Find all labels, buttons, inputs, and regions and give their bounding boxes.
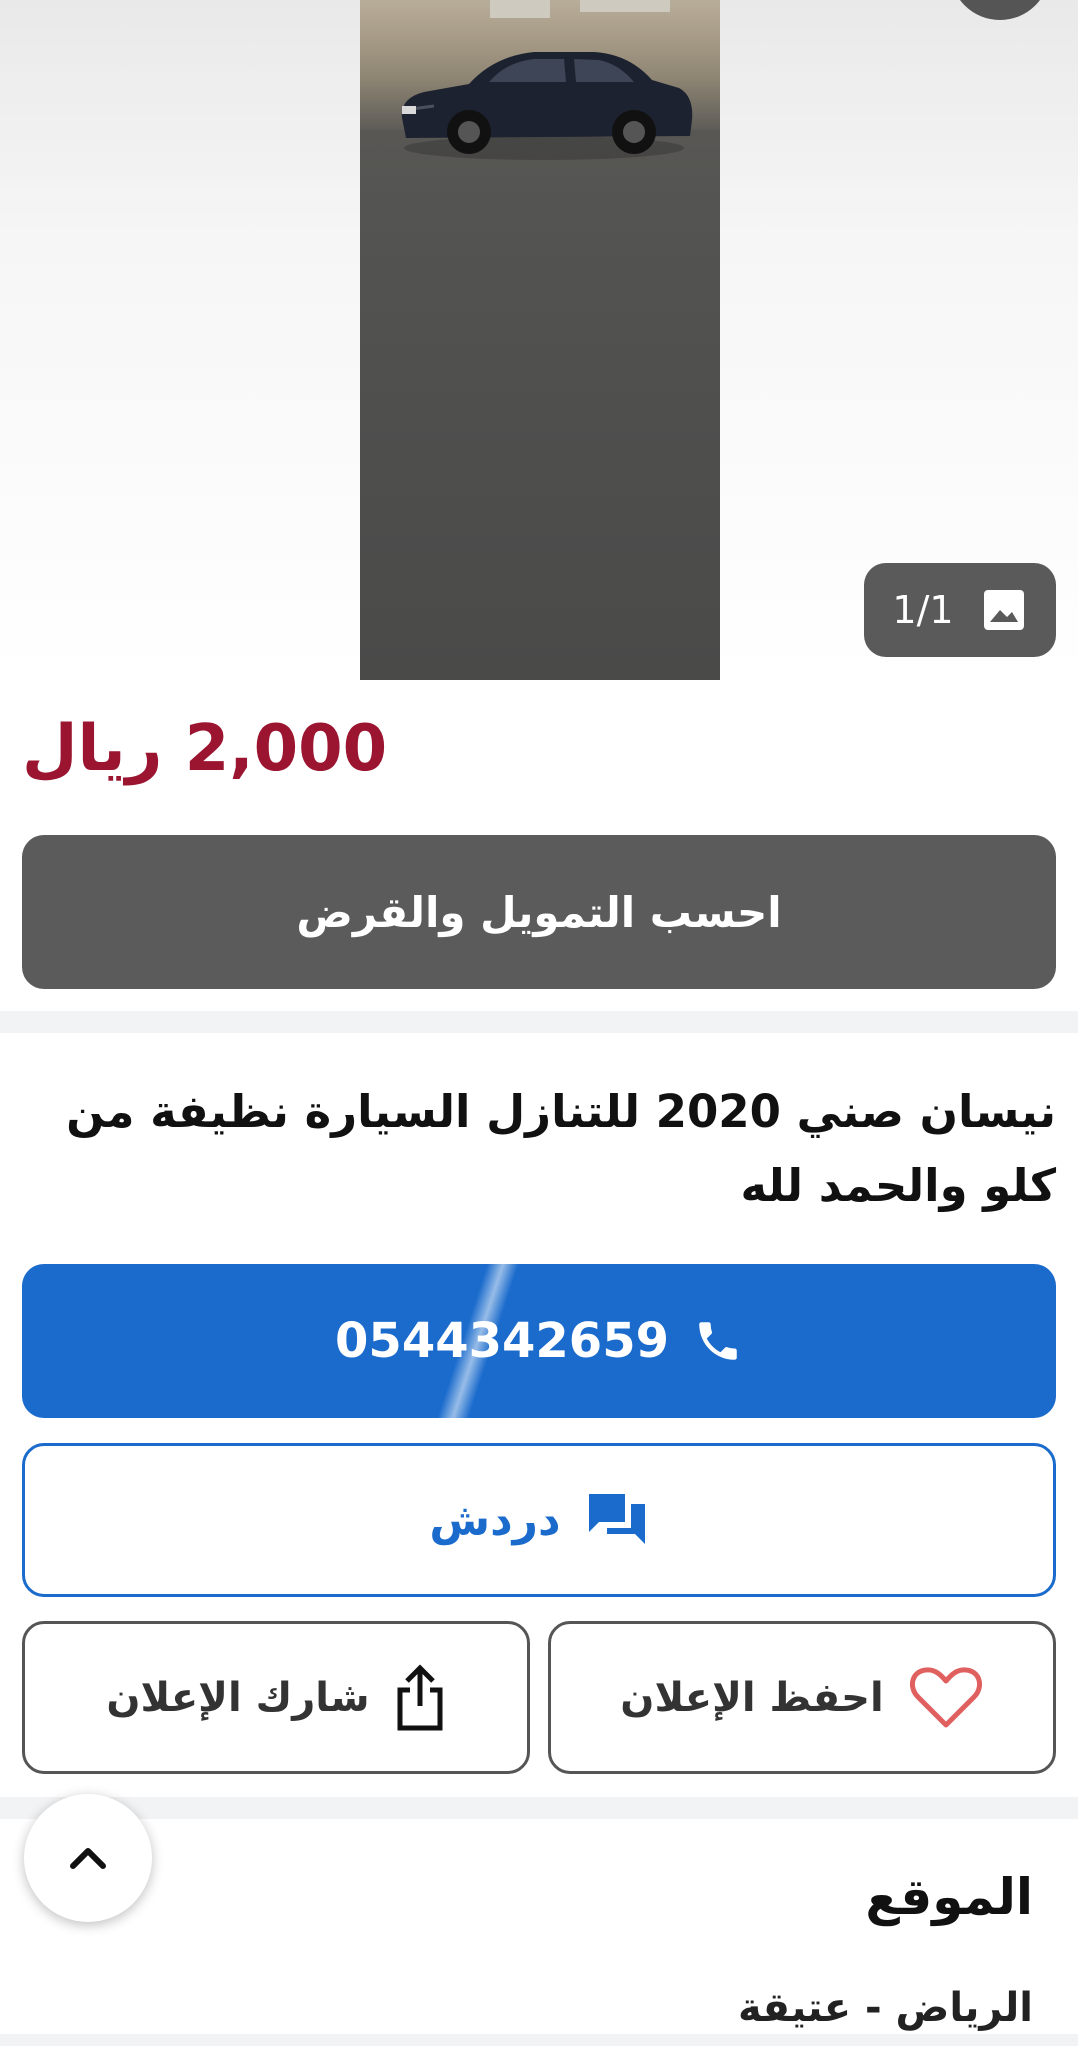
save-ad-button[interactable]: احفظ الإعلان <box>548 1621 1056 1774</box>
image-counter[interactable]: 1/1 <box>864 563 1056 657</box>
phone-icon <box>693 1316 743 1366</box>
image-icon <box>980 586 1028 634</box>
location-value: الرياض - عتيقة <box>738 1985 1033 2031</box>
phone-number: 0544342659 <box>335 1313 669 1369</box>
listing-title: نيسان صني 2020 للتنازل السيارة نظيفة من … <box>66 1085 1056 1212</box>
image-counter-text: 1/1 <box>892 588 954 632</box>
section-divider <box>0 1011 1078 1033</box>
share-ad-button[interactable]: شارك الإعلان <box>22 1621 530 1774</box>
call-button[interactable]: 0544342659 <box>22 1264 1056 1418</box>
calculate-finance-label: احسب التمويل والقرض <box>296 887 782 937</box>
share-ad-label: شارك الإعلان <box>106 1674 370 1721</box>
chevron-up-icon <box>68 1845 108 1871</box>
scroll-to-top-button[interactable] <box>24 1794 152 1922</box>
image-gallery[interactable]: 1/1 <box>0 0 1078 680</box>
location-heading: الموقع <box>865 1868 1033 1926</box>
chat-icon <box>585 1490 649 1550</box>
calculate-finance-button[interactable]: احسب التمويل والقرض <box>22 835 1056 989</box>
heart-icon <box>908 1665 984 1731</box>
close-button[interactable] <box>950 0 1050 20</box>
car-photo[interactable] <box>360 0 720 680</box>
chat-button[interactable]: دردش <box>22 1443 1056 1597</box>
share-icon <box>394 1663 446 1732</box>
chat-label: دردش <box>429 1494 561 1546</box>
listing-page: 1/1 2,000 ريال احسب التمويل والقرض نيسان… <box>0 0 1078 2046</box>
price: 2,000 ريال <box>22 712 388 786</box>
save-ad-label: احفظ الإعلان <box>620 1674 884 1721</box>
car-image <box>401 52 693 160</box>
section-divider <box>0 1797 1078 1819</box>
